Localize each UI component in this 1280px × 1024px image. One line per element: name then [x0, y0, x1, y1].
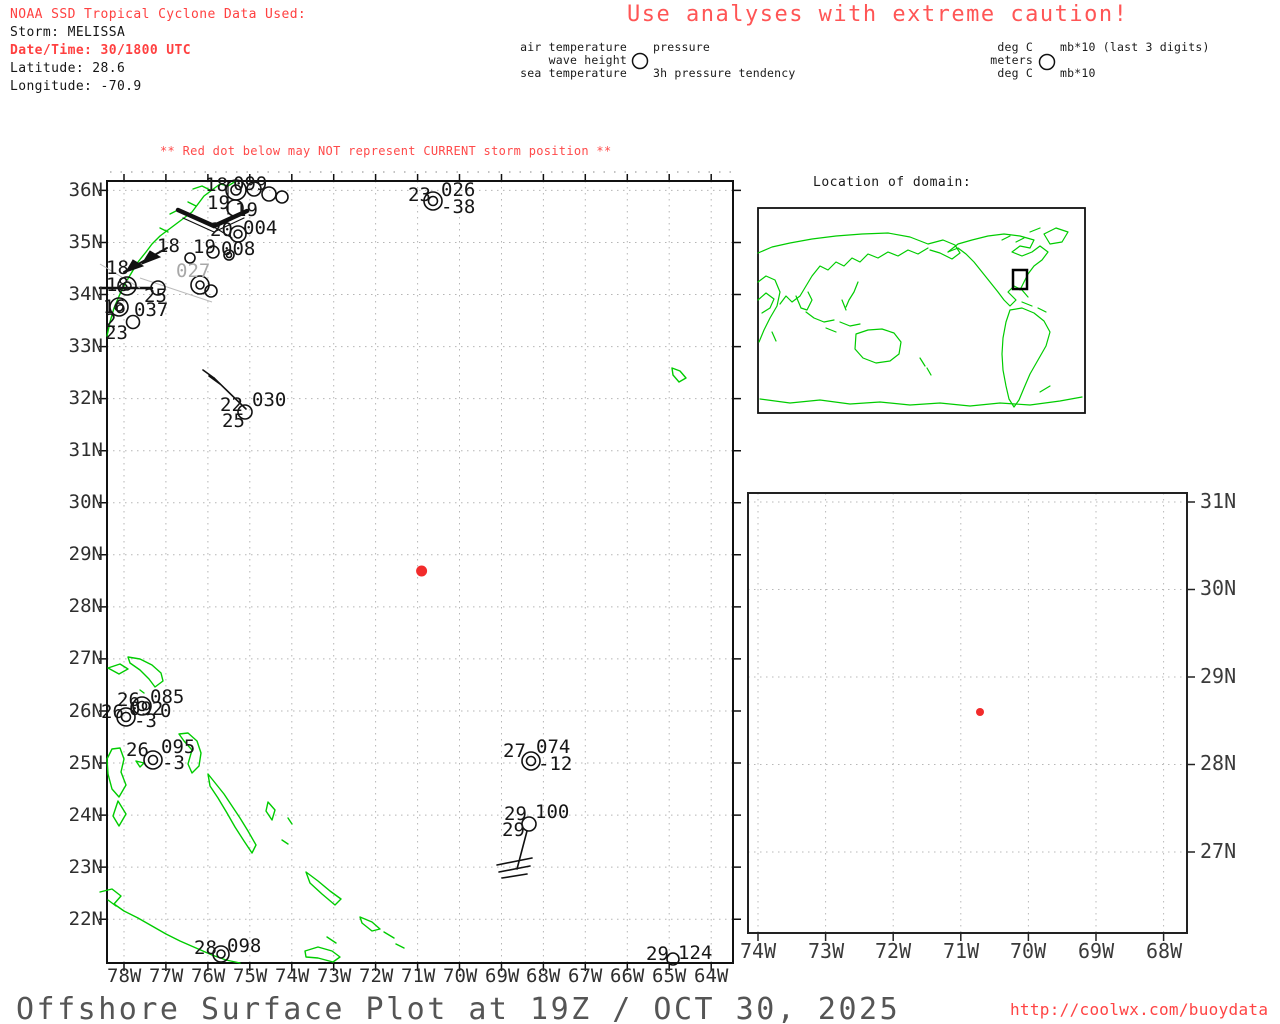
station-air-temp: 19 — [193, 236, 216, 258]
plot-title: Offshore Surface Plot at 19Z / OCT 30, 2… — [16, 992, 901, 1024]
bermuda-island — [671, 367, 687, 383]
legend-pressure-tendency: 3h pressure tendency — [653, 66, 796, 80]
lon-label: 64W — [694, 965, 729, 987]
station-air-temp: 29 — [646, 943, 669, 965]
lat-label: 31N — [68, 439, 103, 461]
station-air-temp: 26 — [126, 739, 149, 761]
header-longitude-line: Longitude: -70.9 — [10, 79, 142, 94]
station-symbols — [109, 179, 680, 966]
inset-lat-label: 27N — [1200, 839, 1237, 863]
lon-label: 76W — [191, 965, 226, 987]
legend-units-pressure: mb*10 (last 3 digits) — [1060, 40, 1210, 54]
lon-label: 69W — [485, 965, 520, 987]
legend-air-temperature: air temperature — [520, 40, 627, 54]
lat-label: 32N — [68, 387, 103, 409]
station-pressure: 100 — [535, 801, 570, 823]
station-air-temp: 28 — [194, 937, 217, 959]
lat-label: 24N — [68, 804, 103, 826]
lat-label: 29N — [68, 543, 103, 565]
lon-label: 65W — [652, 965, 687, 987]
lon-label: 74W — [275, 965, 310, 987]
lat-label: 34N — [68, 283, 103, 305]
station-pressure: 099 — [233, 173, 268, 195]
legend-sea-temperature: sea temperature — [520, 66, 627, 80]
station-air-temp: 23 — [408, 184, 431, 206]
station-pressure: 098 — [227, 935, 262, 957]
inset-lon-label: 71W — [943, 939, 980, 963]
storm-position-dot — [416, 565, 428, 577]
caution-text: Use analyses with extreme caution! — [627, 2, 1129, 27]
station-pressure: 027 — [176, 260, 211, 282]
lon-label: 67W — [568, 965, 603, 987]
station-pressure: 004 — [243, 217, 278, 239]
header-source-line: NOAA SSD Tropical Cyclone Data Used: — [10, 7, 307, 22]
station-sea-temp: 25 — [222, 410, 245, 432]
station-air-temp: 18 — [106, 274, 129, 296]
world-map — [757, 207, 1086, 414]
inset-storm-dot — [976, 708, 984, 716]
station-air-temp: 18 — [157, 235, 180, 257]
lon-label: 72W — [359, 965, 394, 987]
zoom-inset-grid — [748, 493, 1187, 933]
header-latitude-line: Latitude: 28.6 — [10, 61, 126, 76]
inset-lon-label: 72W — [875, 939, 912, 963]
station-pressure: 124 — [678, 942, 713, 964]
station-tendency: -3 — [134, 710, 157, 732]
legend-pressure: pressure — [653, 40, 710, 54]
station-air-temp: 26 — [101, 701, 124, 723]
lon-label: 77W — [149, 965, 184, 987]
header-storm-line: Storm: MELISSA — [10, 25, 126, 40]
coastlines — [99, 180, 687, 964]
station-pressure: 008 — [221, 238, 256, 260]
lon-label: 68W — [526, 965, 561, 987]
lat-label: 33N — [68, 335, 103, 357]
lon-label: 70W — [443, 965, 478, 987]
source-url[interactable]: http://coolwx.com/buoydata — [1010, 1000, 1268, 1019]
lat-label: 27N — [68, 647, 103, 669]
lat-label: 25N — [68, 752, 103, 774]
legend-units-sea-temp: deg C — [997, 66, 1033, 80]
lat-label: 26N — [68, 700, 103, 722]
station-tendency: -38 — [441, 196, 476, 218]
lon-label: 66W — [610, 965, 645, 987]
legend-wave-height: wave height — [548, 53, 627, 67]
inset-lon-label: 74W — [740, 939, 777, 963]
station-air-temp: 19 — [207, 192, 230, 214]
lat-label: 28N — [68, 595, 103, 617]
lat-label: 30N — [68, 491, 103, 513]
legend-units-air-temp: deg C — [997, 40, 1033, 54]
inset-lon-label: 69W — [1078, 939, 1115, 963]
inset-lat-label: 30N — [1200, 576, 1237, 600]
lon-label: 71W — [401, 965, 436, 987]
station-sea-temp: 29 — [502, 819, 525, 841]
inset-lon-label: 73W — [808, 939, 845, 963]
inset-lat-label: 31N — [1200, 489, 1237, 513]
lat-label: 36N — [68, 179, 103, 201]
zoom-inset-border-ticks — [747, 492, 1195, 941]
station-tendency: -3 — [162, 752, 185, 774]
station-air-temp: 27 — [503, 740, 526, 762]
lon-label: 78W — [107, 965, 142, 987]
buoy-plot-page: NOAA SSD Tropical Cyclone Data Used: Sto… — [0, 0, 1280, 1024]
inset-lon-label: 68W — [1146, 939, 1183, 963]
station-tendency: -12 — [538, 753, 573, 775]
header-datetime-line: Date/Time: 30/1800 UTC — [10, 43, 191, 58]
legend-units-wave: meters — [990, 53, 1033, 67]
station-pressure: 030 — [252, 389, 287, 411]
lat-label: 23N — [68, 856, 103, 878]
legend-units-tendency: mb*10 — [1060, 66, 1096, 80]
lon-label: 75W — [233, 965, 268, 987]
lon-label: 73W — [317, 965, 352, 987]
storm-position-warning: ** Red dot below may NOT represent CURRE… — [160, 144, 612, 158]
world-inset-title: Location of domain: — [813, 175, 972, 190]
lat-label: 35N — [68, 231, 103, 253]
inset-lon-label: 70W — [1010, 939, 1047, 963]
lat-label: 22N — [68, 908, 103, 930]
station-pressure: 037 — [134, 299, 169, 321]
inset-lat-label: 28N — [1200, 751, 1237, 775]
station-sea-temp: 23 — [105, 322, 128, 344]
inset-lat-label: 29N — [1200, 664, 1237, 688]
